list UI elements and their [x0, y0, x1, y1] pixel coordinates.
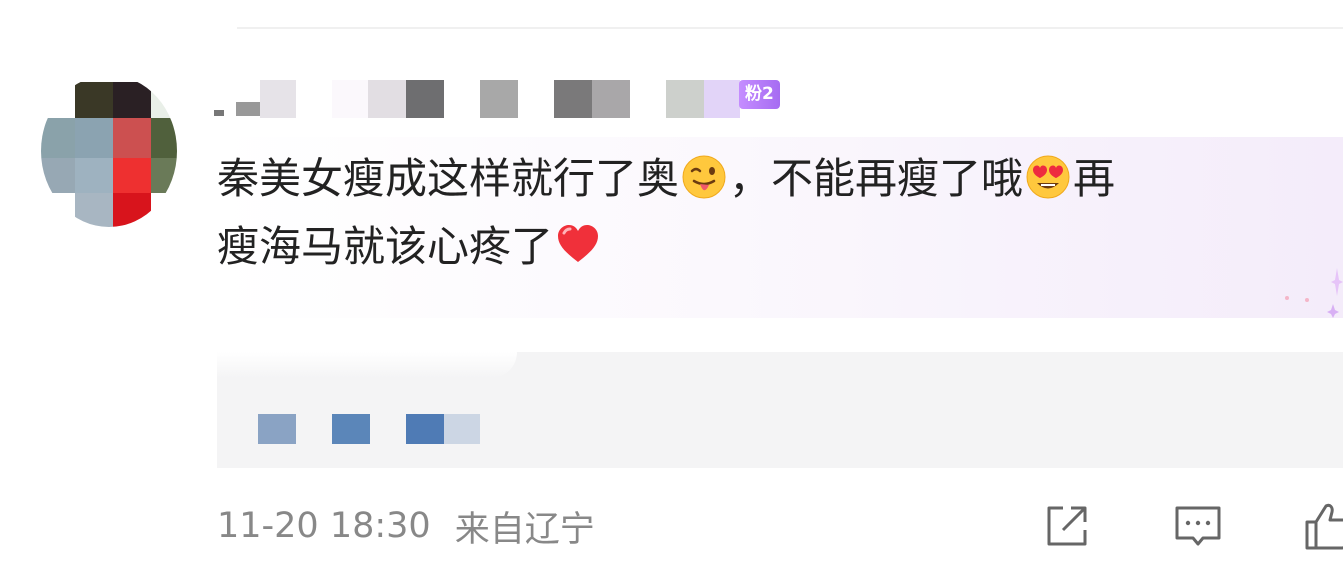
comment-text-segment: 秦美女瘦成这样就行了奥: [217, 154, 680, 203]
comment-text-segment: 再: [1073, 154, 1116, 203]
comment-meta: 11-20 18:30 来自辽宁: [217, 502, 595, 550]
heart-eyes-emoji-icon: [1026, 155, 1070, 199]
like-button[interactable]: [1302, 500, 1343, 552]
reply-preview-box[interactable]: [217, 352, 1343, 468]
comment-icon: [1175, 506, 1221, 546]
comment-text-segment: 瘦海马就该心疼了: [217, 222, 554, 271]
thumbs-up-icon: [1305, 503, 1343, 550]
timestamp: 11-20 18:30: [217, 506, 431, 546]
username-obscured[interactable]: [214, 80, 744, 118]
comment-screen: 粉2 秦美女瘦成这样就行了奥 ，不能再瘦了哦 再瘦海马就该心疼了 11-20 1…: [0, 0, 1343, 567]
comment-text: 秦美女瘦成这样就行了奥 ，不能再瘦了哦 再瘦海马就该心疼了: [217, 145, 1332, 281]
share-icon: [1047, 506, 1087, 546]
red-heart-emoji-icon: [558, 225, 599, 262]
tongue-wink-emoji-icon: [682, 155, 726, 199]
reply-button[interactable]: [1172, 500, 1224, 552]
divider: [237, 27, 1343, 29]
fan-level-badge: 粉2: [739, 80, 780, 109]
location-label: 来自辽宁: [454, 509, 595, 550]
avatar[interactable]: [41, 75, 177, 227]
reply-box-fade: [217, 352, 517, 378]
share-button[interactable]: [1041, 500, 1093, 552]
comment-text-segment: ，不能再瘦了哦: [729, 154, 1024, 203]
